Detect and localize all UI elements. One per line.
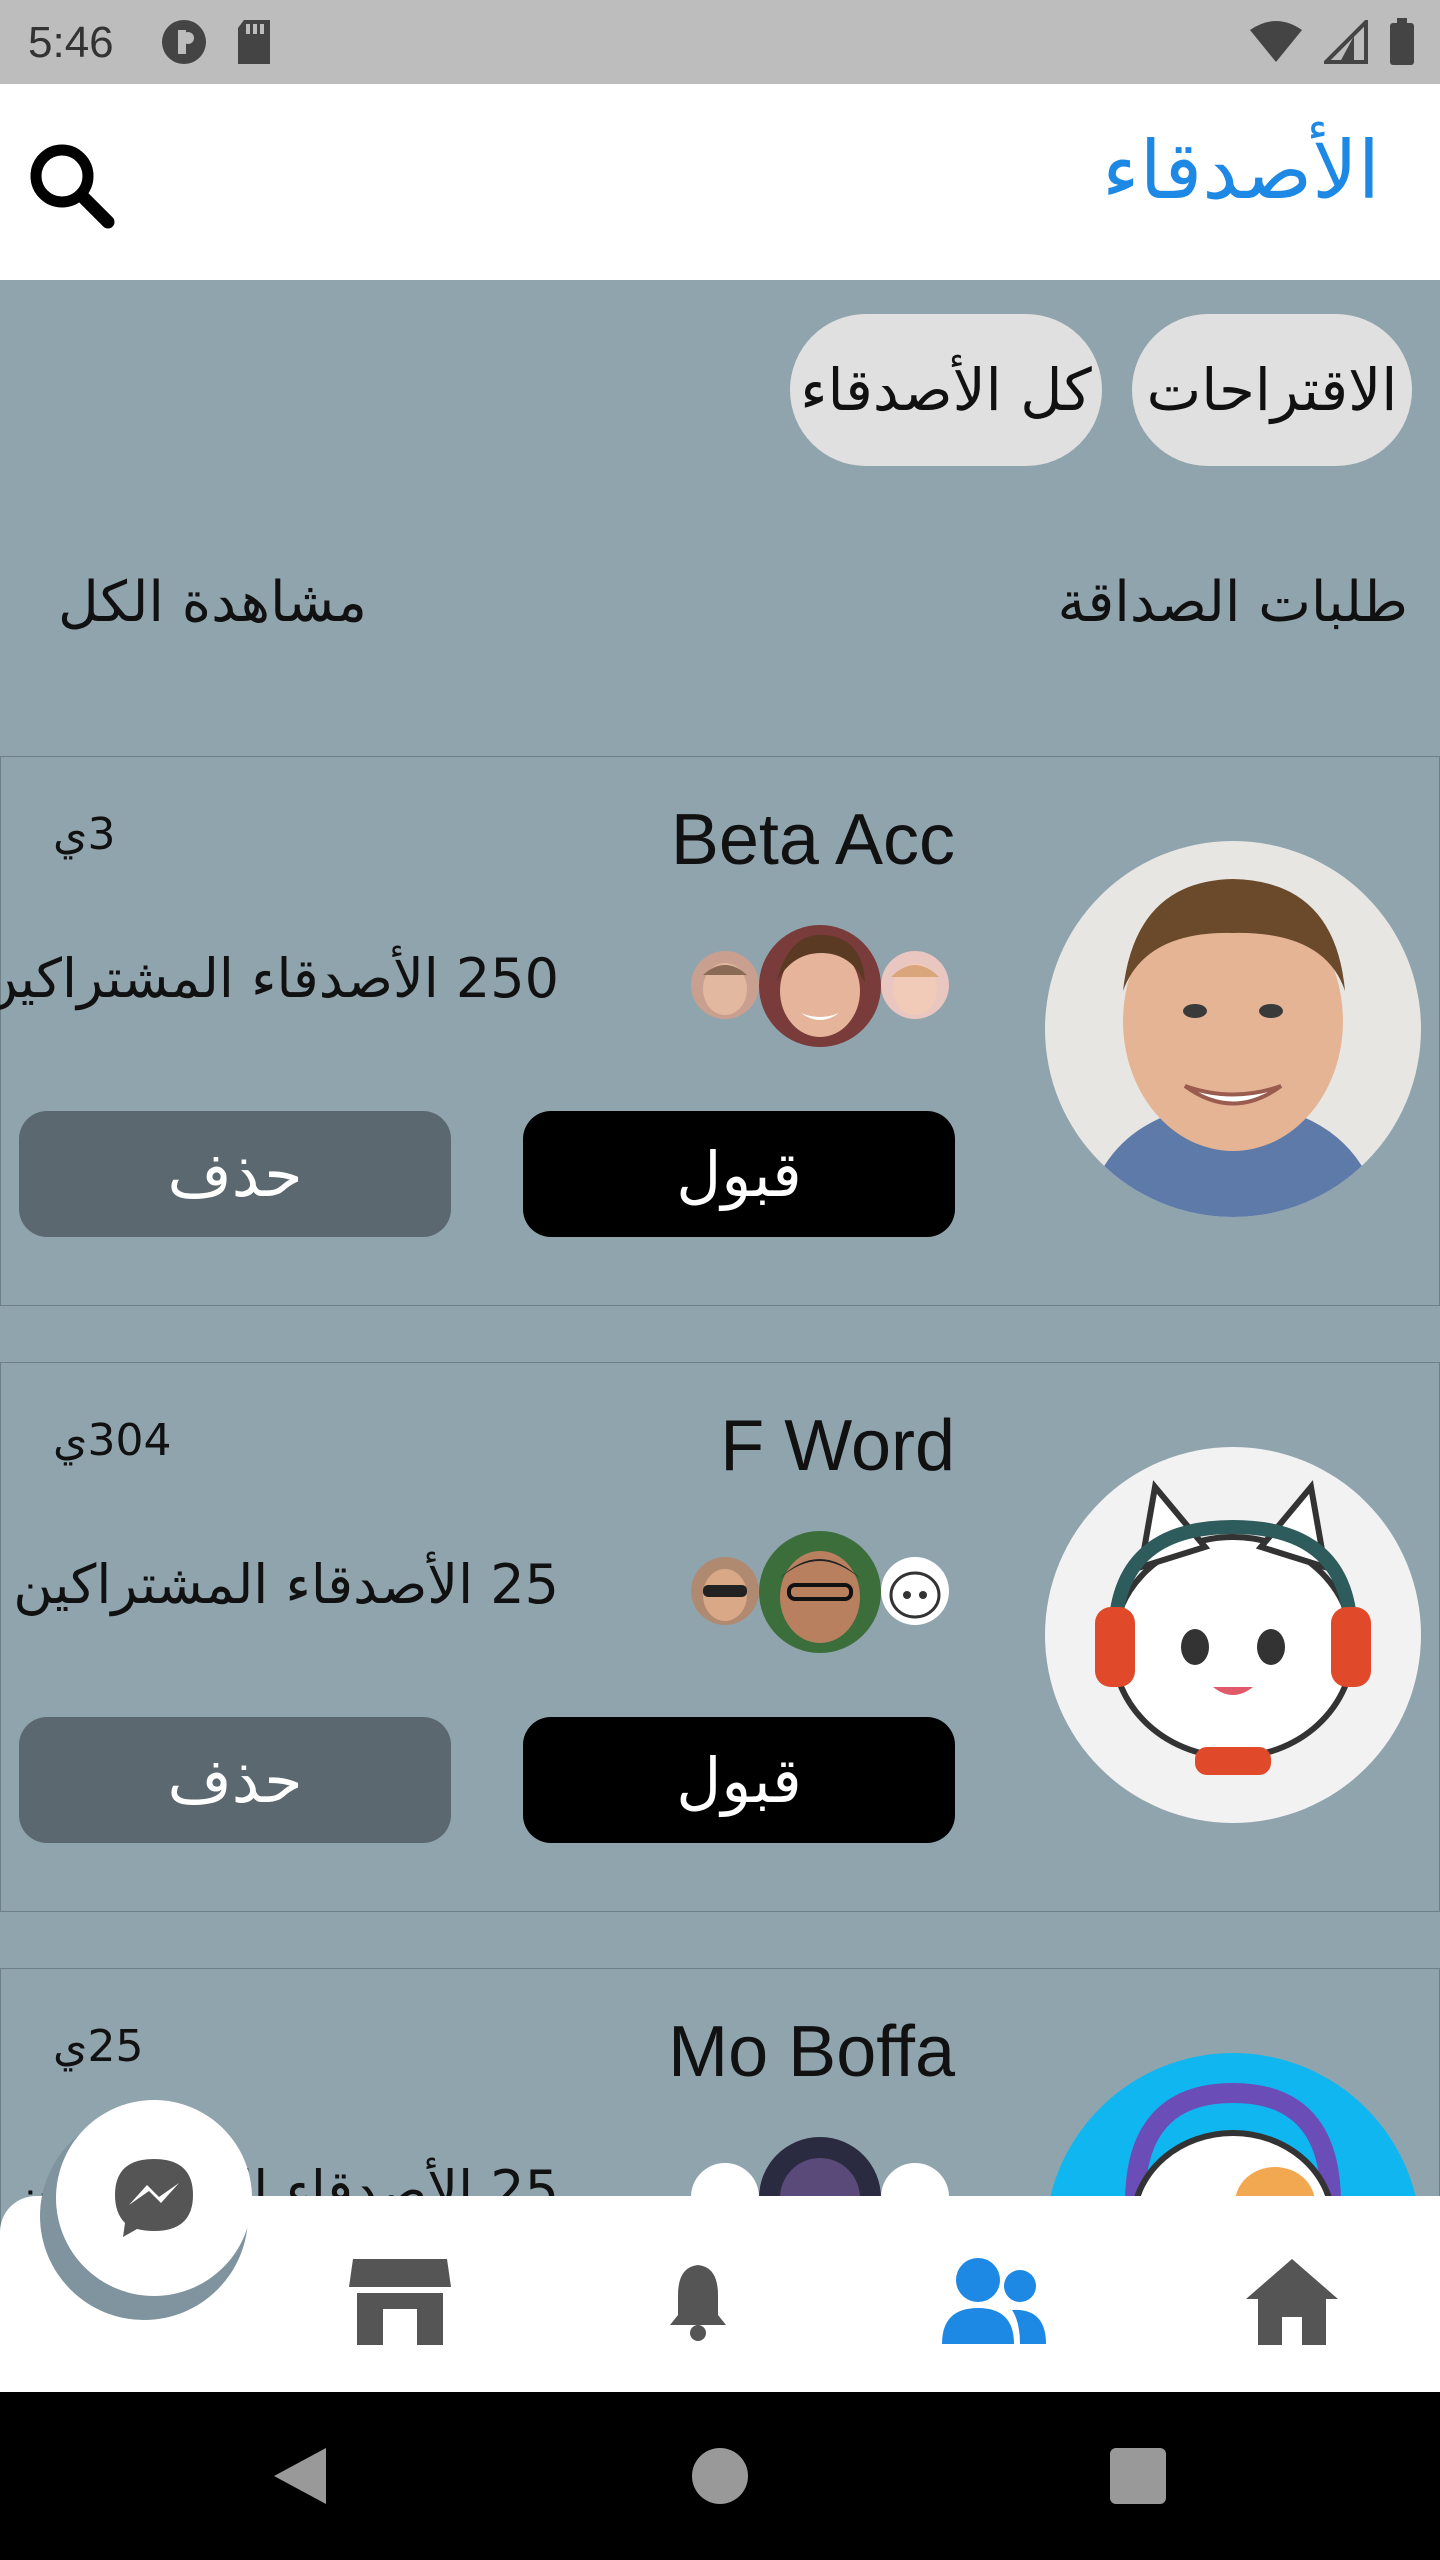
request-name[interactable]: Mo Boffa (668, 2011, 955, 2093)
home-icon (1246, 2259, 1338, 2345)
avatar[interactable] (1045, 841, 1421, 1217)
filter-chips: الاقتراحات كل الأصدقاء (790, 314, 1412, 466)
mutual-avatar (881, 1557, 949, 1625)
mutual-friends-avatars (691, 1531, 961, 1653)
status-icons-left (160, 18, 274, 66)
mutual-avatar (759, 1531, 881, 1653)
request-name[interactable]: Beta Acc (671, 799, 955, 881)
messenger-button[interactable] (56, 2100, 252, 2296)
app-notification-icon (162, 20, 206, 64)
request-time: 304ي (53, 1415, 172, 1466)
chip-suggestions[interactable]: الاقتراحات (1132, 314, 1412, 466)
battery-icon (1390, 18, 1414, 65)
avatar[interactable] (1045, 1447, 1421, 1823)
nav-notifications[interactable] (638, 2246, 758, 2356)
see-all-link[interactable]: مشاهدة الكل (58, 570, 367, 635)
app-bar: الأصدقاء (0, 84, 1440, 280)
request-name[interactable]: F Word (720, 1405, 955, 1487)
friend-requests-header: طلبات الصداقة مشاهدة الكل (0, 570, 1440, 650)
bell-icon (670, 2265, 726, 2341)
search-button[interactable] (22, 136, 118, 232)
search-icon (30, 144, 115, 229)
wifi-icon (1250, 21, 1302, 62)
request-time: 25ي (53, 2021, 144, 2072)
nav-friends[interactable] (934, 2246, 1054, 2356)
home-circle-icon[interactable] (688, 2444, 752, 2508)
marketplace-icon (349, 2259, 451, 2345)
delete-button[interactable]: حذف (19, 1717, 451, 1843)
friend-request-card: F Word 304ي 25 الأصدقاء المشتراكين قبول … (0, 1362, 1440, 1912)
mutual-friends-count: 25 الأصدقاء المشتراكين (13, 1553, 559, 1616)
messenger-icon (115, 2159, 193, 2237)
back-icon[interactable] (270, 2444, 334, 2508)
nav-marketplace[interactable] (340, 2246, 460, 2356)
accept-button[interactable]: قبول (523, 1111, 955, 1237)
mutual-avatar (881, 951, 949, 1019)
mutual-avatar (691, 1557, 759, 1625)
signal-icon (1324, 20, 1368, 64)
accept-button[interactable]: قبول (523, 1717, 955, 1843)
delete-button[interactable]: حذف (19, 1111, 451, 1237)
mutual-friends-count: 250 الأصدقاء المشتراكين (0, 947, 559, 1010)
mutual-avatar (691, 951, 759, 1019)
status-time: 5:46 (28, 18, 114, 67)
sd-card-icon (238, 20, 270, 64)
recents-icon[interactable] (1106, 2444, 1170, 2508)
system-navigation-bar (0, 2392, 1440, 2560)
section-title: طلبات الصداقة (1057, 570, 1408, 635)
request-time: 3ي (53, 809, 116, 860)
status-icons-right (1248, 18, 1416, 66)
mutual-avatar (759, 925, 881, 1047)
page-title: الأصدقاء (1101, 124, 1380, 217)
friends-icon (942, 2258, 1046, 2344)
mutual-friends-avatars (691, 925, 961, 1047)
chip-all-friends[interactable]: كل الأصدقاء (790, 314, 1102, 466)
friend-request-card: Beta Acc 3ي 250 الأصدقاء المشتراكين قبول… (0, 756, 1440, 1306)
status-bar: 5:46 (0, 0, 1440, 84)
nav-home[interactable] (1232, 2246, 1352, 2356)
